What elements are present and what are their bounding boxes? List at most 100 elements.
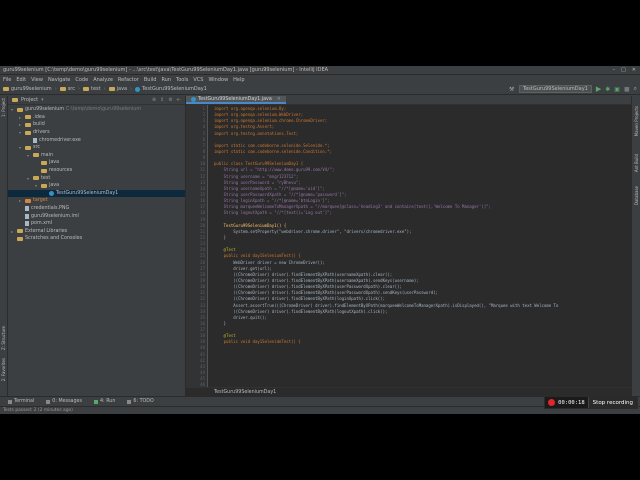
tree-node[interactable]: ▸ target	[8, 197, 185, 205]
title-bar: guru99selenium [C:\temp\demo\guru99selen…	[0, 66, 640, 75]
chevron-right-icon[interactable]: ▸	[19, 198, 23, 203]
project-icon	[12, 98, 18, 102]
tree-node[interactable]: ▸ build	[8, 121, 185, 129]
nav-crumb[interactable]: src	[59, 86, 75, 92]
stop-icon[interactable]: ■	[624, 86, 630, 93]
tree-node[interactable]: java	[8, 159, 185, 167]
sync-icon[interactable]: ⊕	[152, 97, 156, 103]
tool-terminal[interactable]: Terminal	[8, 399, 34, 404]
menu-file[interactable]: File	[3, 77, 11, 83]
tree-node[interactable]: ▾ test	[8, 174, 185, 182]
stop-recording-button[interactable]: Stop recording	[587, 397, 637, 408]
menu-tools[interactable]: Tools	[176, 77, 188, 83]
menu-code[interactable]: Code	[75, 77, 88, 83]
tree-node[interactable]: Scratches and Consoles	[8, 235, 185, 243]
navigation-bar: guru99selenium › src › test › java › TestGuru99S…	[0, 84, 640, 95]
chevron-down-icon[interactable]: ▾	[35, 183, 39, 188]
tree-node[interactable]: ▸ .idea	[8, 114, 185, 122]
maximize-icon[interactable]: □	[621, 67, 626, 73]
tree-node[interactable]: pom.xml	[8, 220, 185, 228]
run-config-select[interactable]: TestGuru99SeleniumDay1	[519, 85, 592, 93]
tool-tab-project[interactable]: 1: Project	[1, 98, 6, 117]
folder-icon	[33, 153, 39, 158]
tool-todo[interactable]: 6: TODO	[127, 399, 154, 404]
chevron-right-icon: ›	[78, 86, 80, 92]
hammer-icon[interactable]: ⚒	[509, 86, 515, 93]
chevron-down-icon[interactable]: ▾	[27, 153, 31, 158]
project-panel-title[interactable]: Project	[21, 97, 38, 103]
tree-node[interactable]: ▸ External Libraries	[8, 228, 185, 236]
tree-node[interactable]: ▾ main	[8, 152, 185, 160]
close-icon[interactable]: ✕	[632, 67, 636, 73]
tool-tab-database[interactable]: Database	[634, 186, 639, 205]
tool-tab-maven[interactable]: Maven Projects	[634, 106, 639, 136]
chevron-right-icon[interactable]: ▸	[19, 115, 23, 120]
chevron-down-icon[interactable]: ▾	[27, 176, 31, 181]
nav-crumb[interactable]: TestGuru99SeleniumDay1	[135, 86, 207, 92]
chevron-right-icon: ›	[103, 86, 106, 92]
debug-icon[interactable]: ✱	[605, 86, 610, 93]
menu-analyze[interactable]: Analyze	[93, 77, 113, 83]
nav-crumb[interactable]: test	[83, 86, 101, 92]
chevron-down-icon[interactable]: ▾	[11, 107, 15, 112]
chevron-right-icon[interactable]: ▸	[11, 229, 15, 234]
minimize-icon[interactable]: –	[613, 67, 616, 73]
nav-crumb-label: test	[91, 86, 101, 92]
menu-window[interactable]: Window	[208, 77, 228, 83]
project-tree: ▾ guru99selenium C:\temp\demo\guru99seleni…	[8, 105, 185, 243]
tree-node[interactable]: guru99selenium.iml	[8, 212, 185, 220]
tree-node[interactable]: chromedriver.exe	[8, 136, 185, 144]
file-icon	[25, 206, 29, 212]
menu-vcs[interactable]: VCS	[193, 77, 203, 83]
editor-breadcrumb-label[interactable]: TestGuru99SeleniumDay1	[214, 390, 276, 395]
hide-icon[interactable]: ⇤	[177, 97, 181, 103]
chevron-down-icon[interactable]: ▾	[19, 145, 23, 150]
editor-tab[interactable]: TestGuru99SeleniumDay1.java ×	[186, 96, 286, 104]
tree-node[interactable]: ▾ java	[8, 182, 185, 190]
tree-node[interactable]: credentials.PNG	[8, 205, 185, 213]
menu-build[interactable]: Build	[144, 77, 157, 83]
tree-node[interactable]: resources	[8, 167, 185, 175]
menu-edit[interactable]: Edit	[16, 77, 26, 83]
collapse-icon[interactable]: ⇕	[160, 97, 164, 103]
search-icon[interactable]: ⌕	[634, 85, 637, 93]
editor-tab-label: TestGuru99SeleniumDay1.java	[198, 96, 272, 102]
tree-node[interactable]: ▾ drivers	[8, 129, 185, 137]
chevron-right-icon: ›	[130, 86, 133, 92]
folder-icon	[17, 107, 23, 112]
tree-node-label: build	[33, 122, 45, 128]
folder-icon	[41, 183, 47, 188]
java-class-icon	[135, 86, 141, 92]
run-icon[interactable]: ▶	[596, 85, 601, 93]
close-tab-icon[interactable]: ×	[277, 97, 281, 102]
menu-run[interactable]: Run	[161, 77, 171, 83]
menu-navigate[interactable]: Navigate	[48, 77, 70, 83]
chevron-right-icon[interactable]: ▸	[19, 122, 23, 127]
code-area[interactable]: 1 2 3 4 5 6 7 8 9 10 11 12 13 14 15 16 17 18 19 20 21 22 23 24 2…	[186, 105, 631, 387]
settings-icon[interactable]: ⚙	[168, 97, 172, 103]
tree-node[interactable]: ▾ guru99selenium C:\temp\demo\guru99seleni…	[8, 106, 185, 114]
tool-tab-favorites[interactable]: 2: Favorites	[1, 358, 6, 381]
tool-run[interactable]: 4: Run	[94, 399, 115, 404]
nav-crumb-label: TestGuru99SeleniumDay1	[142, 86, 207, 92]
record-icon	[548, 399, 556, 406]
nav-crumb[interactable]: java	[108, 86, 127, 92]
nav-crumb[interactable]: guru99selenium	[3, 86, 52, 92]
tree-node-label: Scratches and Consoles	[25, 236, 83, 242]
file-icon	[25, 221, 29, 227]
project-panel: Project ▾ ⊕ ⇕ ⚙ ⇤ ▾ guru99selenium C:\temp…	[8, 96, 186, 396]
coverage-icon[interactable]: ▣	[614, 86, 620, 93]
dropdown-icon[interactable]: ▾	[41, 97, 44, 103]
chevron-down-icon[interactable]: ▾	[19, 130, 23, 135]
menu-view[interactable]: View	[31, 77, 43, 83]
left-tool-strip: 1: Project Z: Structure 2: Favorites	[0, 96, 8, 396]
tree-node-label: target	[33, 198, 48, 204]
menu-help[interactable]: Help	[233, 77, 244, 83]
tree-node[interactable]: TestGuru99SeleniumDay1	[8, 189, 185, 198]
tool-tab-structure[interactable]: Z: Structure	[1, 326, 6, 350]
tree-node[interactable]: ▾ src	[8, 144, 185, 152]
tool-tab-ant[interactable]: Ant Build	[634, 154, 639, 172]
menu-refactor[interactable]: Refactor	[118, 77, 139, 83]
tool-messages[interactable]: 0: Messages	[46, 399, 82, 404]
code-text[interactable]: import org.openqa.selenium.By; import org…	[208, 105, 631, 387]
